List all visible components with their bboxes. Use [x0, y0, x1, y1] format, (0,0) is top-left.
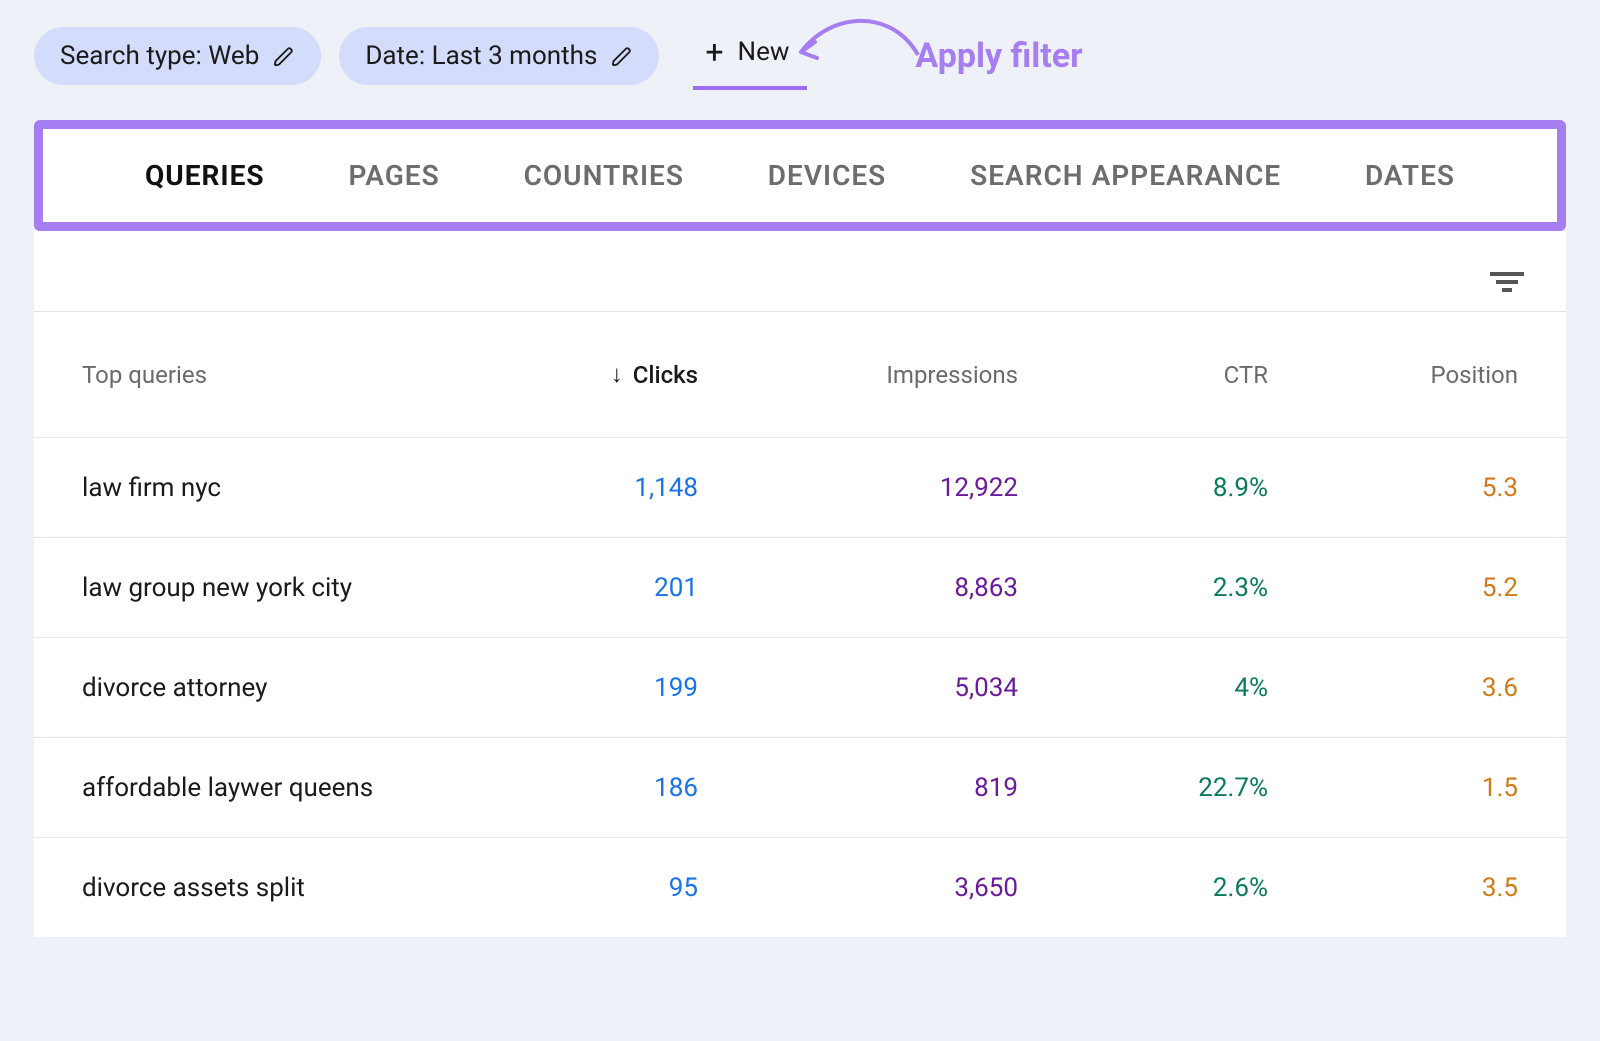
new-filter-label: New [738, 37, 790, 67]
col-clicks[interactable]: ↓ Clicks [478, 360, 698, 389]
annotation: Apply filter [915, 36, 1082, 76]
filter-icon[interactable] [1490, 268, 1524, 296]
impressions-cell: 819 [698, 773, 1018, 803]
tab-dates[interactable]: DATES [1365, 159, 1455, 192]
pencil-icon [611, 45, 633, 67]
impressions-cell: 12,922 [698, 473, 1018, 503]
position-cell: 3.6 [1268, 673, 1518, 703]
clicks-cell: 95 [478, 873, 698, 903]
search-type-chip[interactable]: Search type: Web [34, 27, 321, 85]
tab-countries[interactable]: COUNTRIES [524, 159, 684, 192]
plus-icon: + [705, 36, 723, 68]
date-range-label: Date: Last 3 months [365, 41, 597, 71]
impressions-cell: 8,863 [698, 573, 1018, 603]
new-filter-button[interactable]: + New [693, 22, 807, 90]
search-type-label: Search type: Web [60, 41, 259, 71]
query-cell: affordable laywer queens [82, 773, 478, 803]
table-card: Top queries ↓ Clicks Impressions CTR Pos… [34, 231, 1566, 937]
col-impressions[interactable]: Impressions [698, 361, 1018, 389]
annotation-text: Apply filter [915, 36, 1082, 76]
clicks-cell: 201 [478, 573, 698, 603]
col-top-queries[interactable]: Top queries [82, 361, 478, 389]
tab-queries[interactable]: QUERIES [145, 159, 265, 192]
clicks-cell: 1,148 [478, 473, 698, 503]
clicks-cell: 199 [478, 673, 698, 703]
date-range-chip[interactable]: Date: Last 3 months [339, 27, 659, 85]
table-row[interactable]: affordable laywer queens 186 819 22.7% 1… [34, 737, 1566, 837]
query-cell: law group new york city [82, 573, 478, 603]
position-cell: 3.5 [1268, 873, 1518, 903]
col-ctr[interactable]: CTR [1018, 361, 1268, 389]
table-header: Top queries ↓ Clicks Impressions CTR Pos… [34, 311, 1566, 437]
clicks-cell: 186 [478, 773, 698, 803]
table-toolbar [34, 231, 1566, 311]
impressions-cell: 5,034 [698, 673, 1018, 703]
table-row[interactable]: divorce attorney 199 5,034 4% 3.6 [34, 637, 1566, 737]
query-cell: law firm nyc [82, 473, 478, 503]
query-cell: divorce attorney [82, 673, 478, 703]
ctr-cell: 8.9% [1018, 473, 1268, 503]
col-position[interactable]: Position [1268, 361, 1518, 389]
position-cell: 5.3 [1268, 473, 1518, 503]
tab-pages[interactable]: PAGES [348, 159, 439, 192]
ctr-cell: 22.7% [1018, 773, 1268, 803]
tab-search-appearance[interactable]: SEARCH APPEARANCE [970, 159, 1281, 192]
query-cell: divorce assets split [82, 873, 478, 903]
col-clicks-label: Clicks [633, 361, 698, 389]
ctr-cell: 2.3% [1018, 573, 1268, 603]
position-cell: 1.5 [1268, 773, 1518, 803]
table-row[interactable]: divorce assets split 95 3,650 2.6% 3.5 [34, 837, 1566, 937]
tab-devices[interactable]: DEVICES [768, 159, 886, 192]
annotation-arrow-icon [793, 10, 923, 70]
ctr-cell: 2.6% [1018, 873, 1268, 903]
filter-bar: Search type: Web Date: Last 3 months + N… [0, 0, 1600, 120]
table-row[interactable]: law firm nyc 1,148 12,922 8.9% 5.3 [34, 437, 1566, 537]
sort-desc-icon: ↓ [611, 360, 623, 389]
tabs-bar: QUERIES PAGES COUNTRIES DEVICES SEARCH A… [34, 120, 1566, 231]
table-row[interactable]: law group new york city 201 8,863 2.3% 5… [34, 537, 1566, 637]
ctr-cell: 4% [1018, 673, 1268, 703]
pencil-icon [273, 45, 295, 67]
position-cell: 5.2 [1268, 573, 1518, 603]
impressions-cell: 3,650 [698, 873, 1018, 903]
